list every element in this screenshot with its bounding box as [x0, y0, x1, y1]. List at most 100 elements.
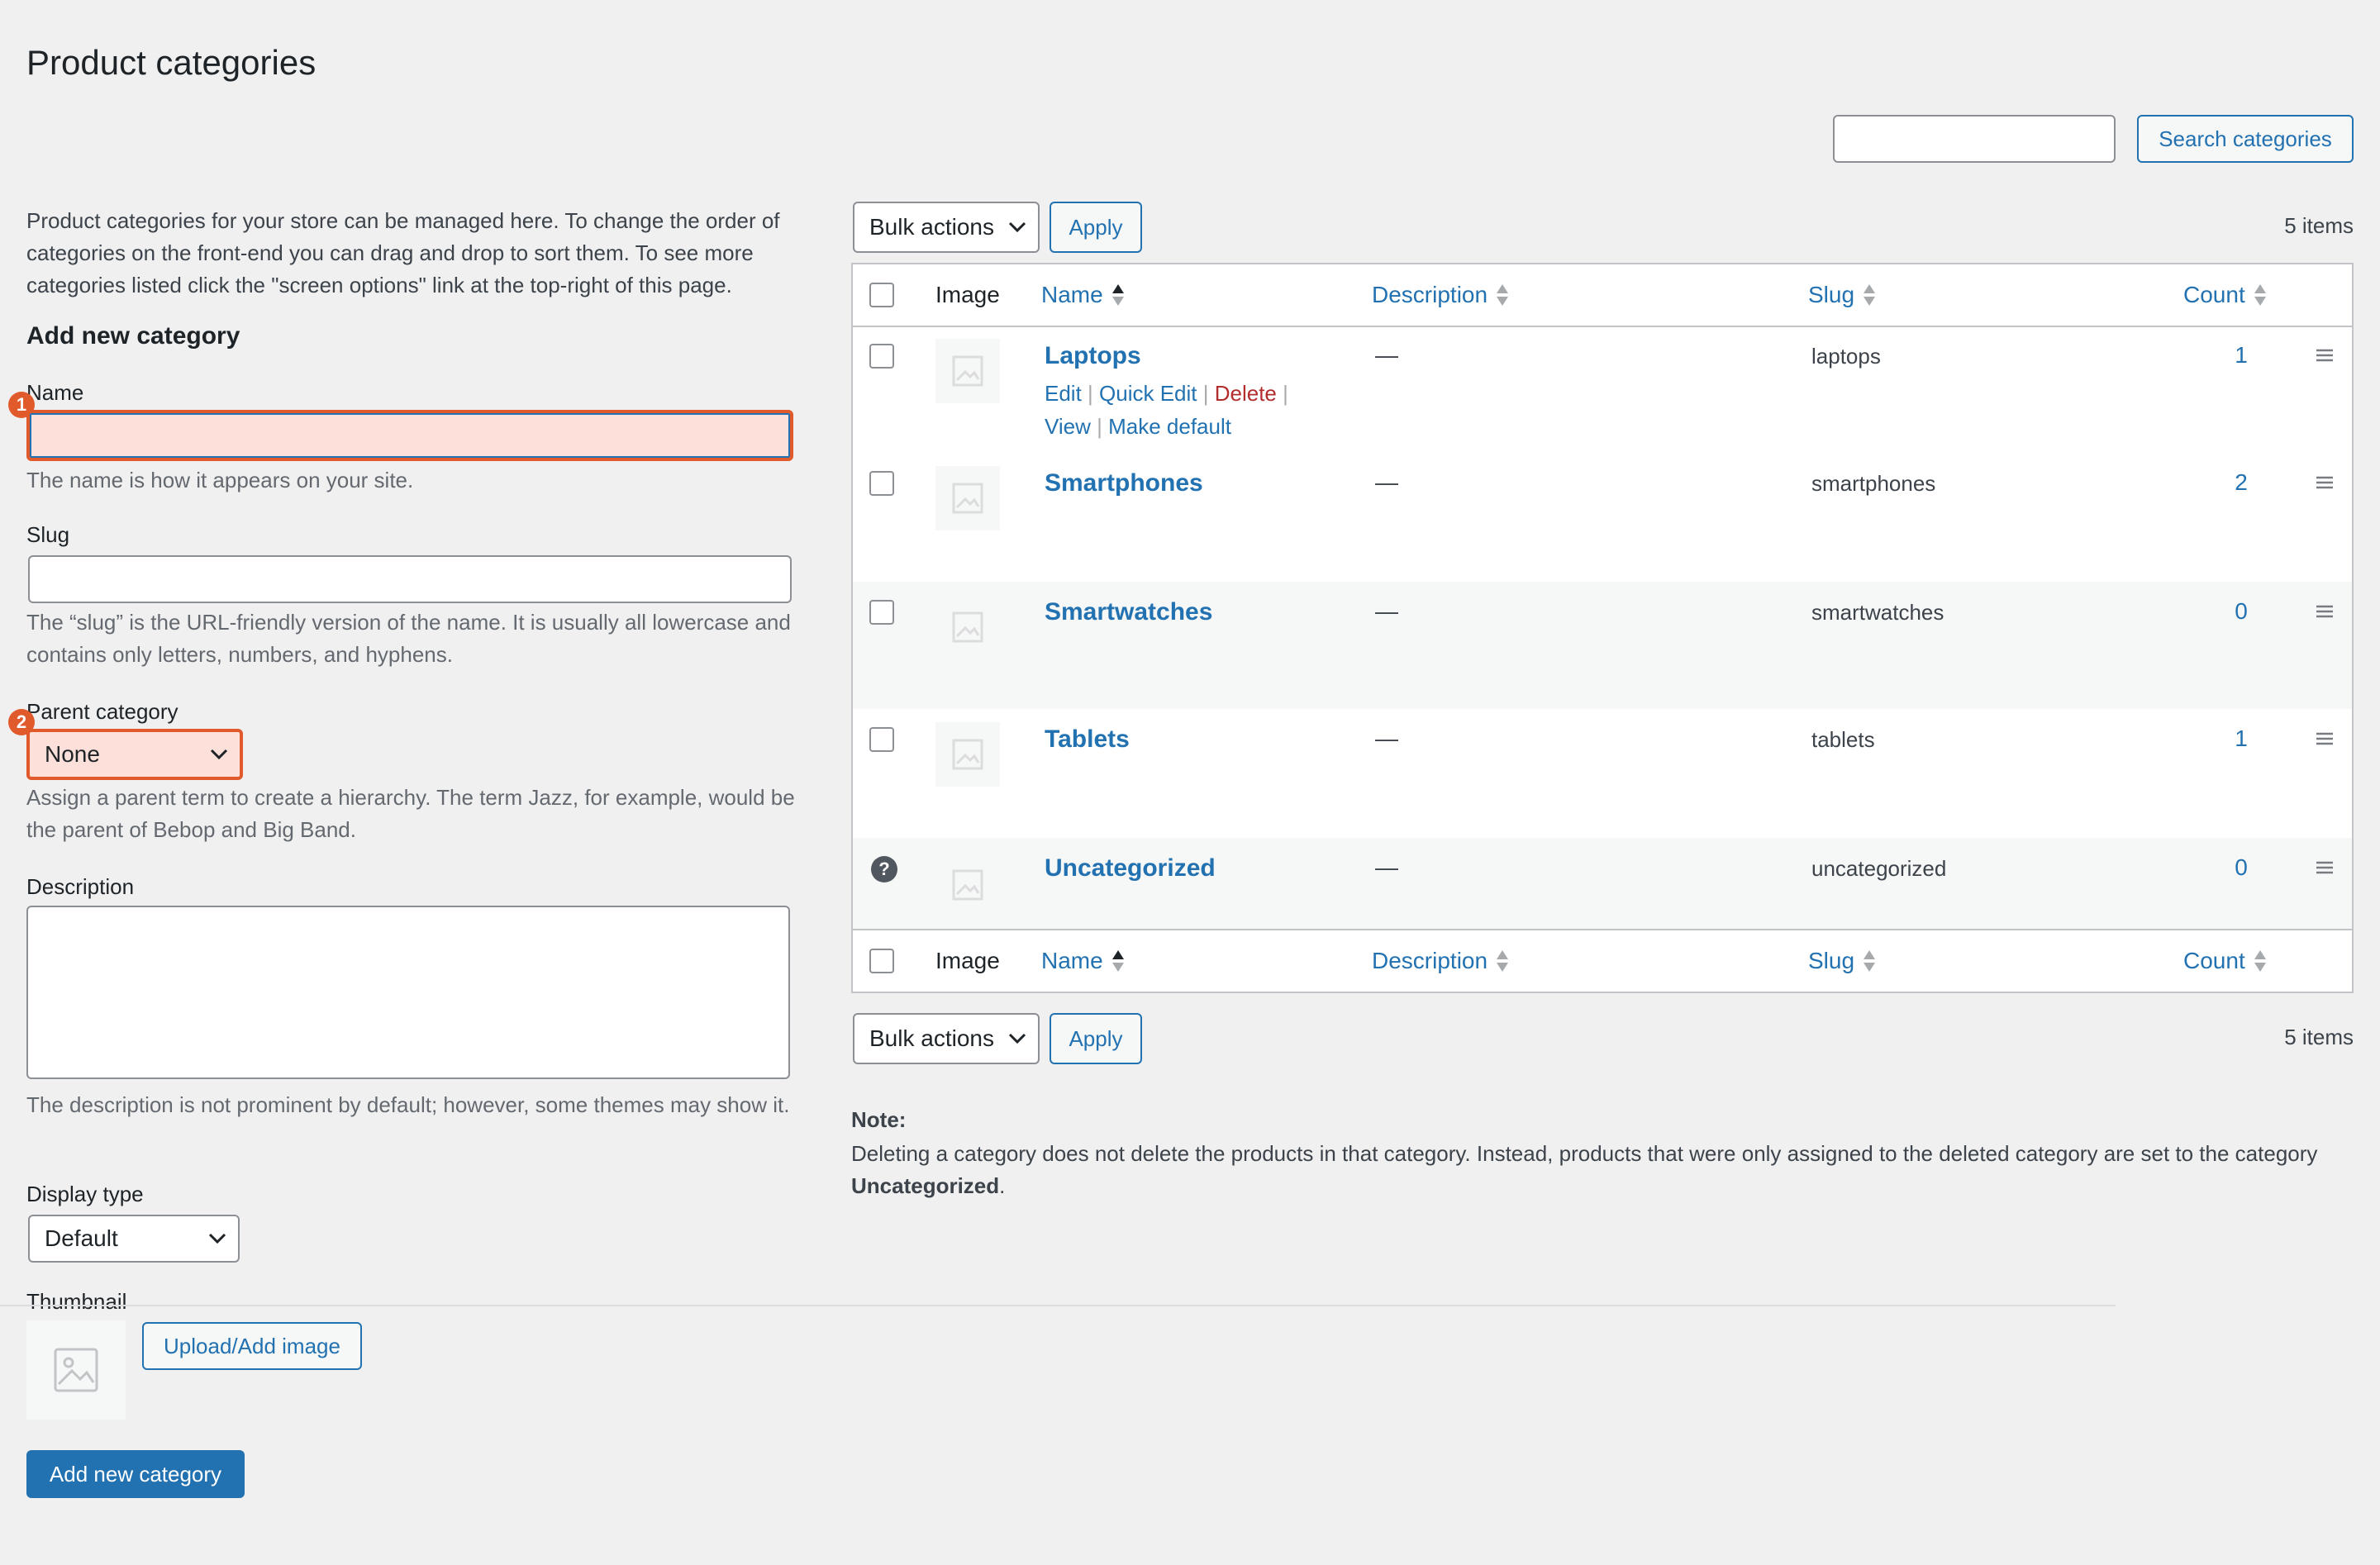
category-name-link[interactable]: Smartwatches — [1045, 598, 1212, 626]
chevron-down-icon — [210, 749, 228, 760]
bulk-actions-label: Bulk actions — [869, 1025, 994, 1051]
table-row: ? Uncategorized — uncategorized 0 — [853, 838, 2352, 932]
sort-asc-icon — [1111, 950, 1124, 972]
note-text-end: . — [999, 1173, 1006, 1198]
name-help: The name is how it appears on your site. — [26, 468, 414, 492]
column-description[interactable]: Description — [1372, 282, 1509, 308]
column-description[interactable]: Description — [1372, 948, 1509, 974]
slug-label: Slug — [26, 522, 70, 547]
image-placeholder-icon — [952, 739, 983, 770]
edit-link[interactable]: Edit — [1045, 381, 1082, 406]
drag-handle-icon[interactable] — [2316, 476, 2334, 489]
row-actions: Edit | Quick Edit | Delete | View | Make… — [1045, 381, 1288, 439]
category-description: — — [1375, 598, 1398, 624]
bulk-actions-label: Bulk actions — [869, 214, 994, 240]
note-text-body: Deleting a category does not delete the … — [851, 1141, 2318, 1166]
parent-category-label: Parent category — [26, 699, 178, 724]
description-label: Description — [26, 874, 135, 899]
category-thumbnail — [935, 466, 1000, 530]
column-name-label: Name — [1041, 282, 1103, 307]
category-name-link[interactable]: Uncategorized — [1045, 854, 1216, 882]
category-slug: smartphones — [1811, 471, 1936, 496]
view-link[interactable]: View — [1045, 414, 1091, 439]
slug-help: The “slug” is the URL-friendly version o… — [26, 610, 791, 667]
category-count-link[interactable]: 1 — [2225, 725, 2258, 752]
column-count[interactable]: Count — [2183, 948, 2267, 974]
drag-handle-icon[interactable] — [2316, 732, 2334, 745]
row-checkbox[interactable] — [869, 727, 894, 752]
category-slug: laptops — [1811, 344, 1881, 369]
display-type-value: Default — [45, 1225, 118, 1251]
items-count-bottom: 5 items — [2284, 1025, 2354, 1049]
slug-input[interactable] — [28, 555, 792, 603]
category-thumbnail — [935, 853, 1000, 917]
add-new-category-button[interactable]: Add new category — [26, 1450, 245, 1498]
row-checkbox[interactable] — [869, 344, 894, 369]
help-icon[interactable]: ? — [871, 856, 897, 882]
table-footer: Image Name Description Slug Count — [853, 929, 2352, 992]
category-name-link[interactable]: Tablets — [1045, 725, 1130, 754]
parent-category-value: None — [45, 741, 100, 767]
category-slug: smartwatches — [1811, 600, 1944, 625]
column-count[interactable]: Count — [2183, 282, 2267, 308]
table-row: Laptops Edit | Quick Edit | Delete | Vie… — [853, 326, 2352, 453]
parent-help: Assign a parent term to create a hierarc… — [26, 785, 795, 842]
column-name-label: Name — [1041, 948, 1103, 973]
image-placeholder-icon — [952, 355, 983, 387]
column-slug[interactable]: Slug — [1808, 948, 1876, 974]
row-checkbox[interactable] — [869, 471, 894, 496]
apply-button-top[interactable]: Apply — [1050, 202, 1142, 253]
drag-handle-icon[interactable] — [2316, 605, 2334, 618]
sort-icon — [1497, 950, 1509, 972]
search-input[interactable] — [1833, 115, 2116, 163]
image-placeholder-icon — [952, 483, 983, 514]
drag-handle-icon[interactable] — [2316, 349, 2334, 362]
upload-image-button[interactable]: Upload/Add image — [142, 1322, 362, 1370]
delete-link[interactable]: Delete — [1215, 381, 1277, 406]
display-type-select[interactable]: Default — [28, 1215, 240, 1263]
table-row: Smartwatches — smartwatches 0 — [853, 582, 2352, 709]
apply-button-bottom[interactable]: Apply — [1050, 1013, 1142, 1064]
table-row: Tablets — tablets 1 — [853, 709, 2352, 838]
column-slug[interactable]: Slug — [1808, 282, 1876, 308]
make-default-link[interactable]: Make default — [1108, 414, 1231, 439]
display-type-label: Display type — [26, 1182, 144, 1206]
quick-edit-link[interactable]: Quick Edit — [1099, 381, 1197, 406]
thumbnail-label: Thumbnail — [26, 1289, 127, 1314]
column-description-label: Description — [1372, 948, 1488, 973]
image-placeholder-icon — [952, 869, 983, 901]
column-image: Image — [935, 282, 1000, 307]
chevron-down-icon — [208, 1233, 226, 1244]
category-description: — — [1375, 469, 1398, 495]
search-categories-button[interactable]: Search categories — [2137, 115, 2354, 163]
column-count-label: Count — [2183, 282, 2245, 307]
select-all-checkbox[interactable] — [869, 283, 894, 307]
column-slug-label: Slug — [1808, 282, 1855, 307]
bulk-actions-select-top[interactable]: Bulk actions — [853, 202, 1040, 253]
category-description: — — [1375, 854, 1398, 880]
row-checkbox[interactable] — [869, 600, 894, 625]
category-count-link[interactable]: 0 — [2225, 854, 2258, 881]
category-name-link[interactable]: Laptops — [1045, 342, 1141, 370]
sort-icon — [1864, 950, 1876, 972]
sort-icon — [1497, 284, 1509, 306]
parent-category-select[interactable]: None — [26, 729, 243, 780]
intro-text: Product categories for your store can be… — [26, 208, 780, 297]
category-thumbnail — [935, 339, 1000, 403]
select-all-checkbox[interactable] — [869, 949, 894, 973]
column-slug-label: Slug — [1808, 948, 1855, 973]
column-name[interactable]: Name — [1041, 282, 1125, 308]
name-input[interactable] — [26, 410, 793, 461]
drag-handle-icon[interactable] — [2316, 861, 2334, 874]
category-slug: uncategorized — [1811, 856, 1947, 881]
category-count-link[interactable]: 1 — [2225, 342, 2258, 369]
bulk-actions-select-bottom[interactable]: Bulk actions — [853, 1013, 1040, 1064]
description-textarea[interactable] — [26, 906, 790, 1079]
category-count-link[interactable]: 2 — [2225, 469, 2258, 496]
category-description: — — [1375, 725, 1398, 751]
category-name-link[interactable]: Smartphones — [1045, 469, 1203, 497]
category-count-link[interactable]: 0 — [2225, 598, 2258, 625]
category-thumbnail — [935, 595, 1000, 659]
column-count-label: Count — [2183, 948, 2245, 973]
column-name[interactable]: Name — [1041, 948, 1125, 974]
